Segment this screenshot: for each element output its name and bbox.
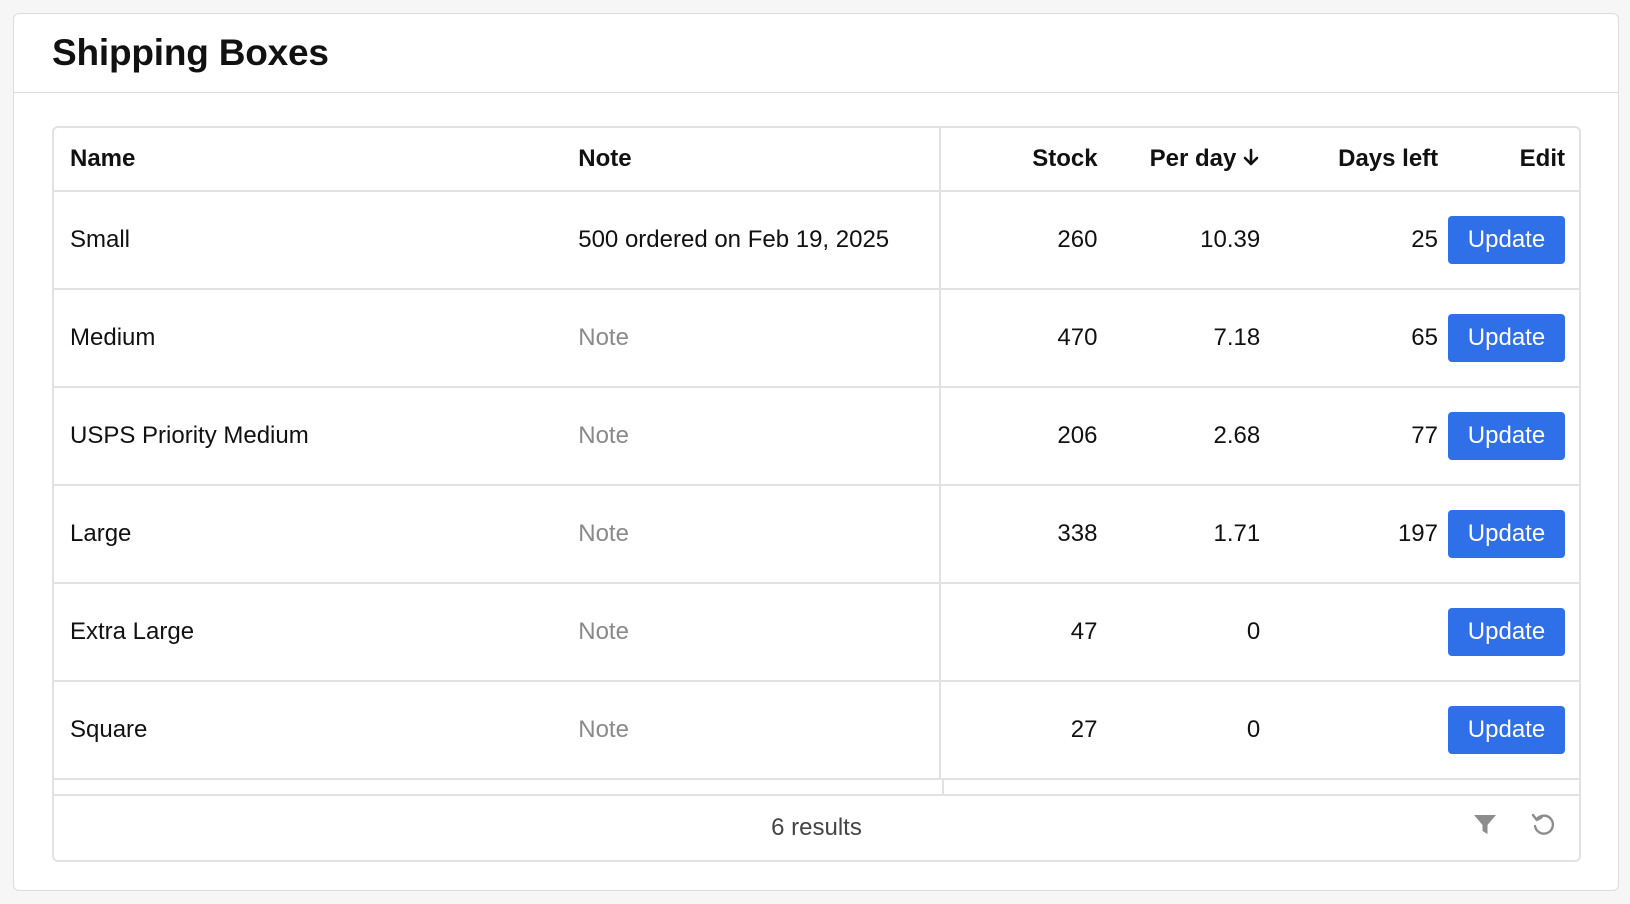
note-placeholder: Note	[578, 716, 629, 743]
days-left-value: 197	[1397, 520, 1438, 547]
edit-cell: Update	[1448, 510, 1579, 558]
per-day-value: 0	[1246, 618, 1261, 645]
shipping-boxes-panel: Shipping Boxes Name Note Stock Per day D…	[13, 13, 1619, 891]
note-placeholder: Note	[578, 618, 629, 645]
reset-icon[interactable]	[1529, 810, 1557, 838]
box-name: Large	[70, 520, 132, 547]
update-button[interactable]: Update	[1448, 216, 1565, 264]
sort-descending-icon	[1244, 148, 1259, 166]
stock-value: 27	[1070, 716, 1098, 743]
column-header-per-day[interactable]: Per day	[1116, 145, 1279, 173]
update-button[interactable]: Update	[1448, 510, 1565, 558]
box-name: Extra Large	[70, 618, 195, 645]
update-button[interactable]: Update	[1448, 412, 1565, 460]
per-day-value: 7.18	[1213, 324, 1261, 351]
note-field[interactable]: Note	[578, 388, 941, 484]
column-header-edit: Edit	[1519, 145, 1565, 172]
edit-cell: Update	[1448, 706, 1579, 754]
note-placeholder: Note	[578, 422, 629, 449]
column-header-stock[interactable]: Stock	[941, 145, 1116, 173]
days-left-value: 25	[1411, 226, 1438, 253]
edit-cell: Update	[1448, 412, 1579, 460]
column-header-name[interactable]: Name	[54, 145, 578, 173]
edit-cell: Update	[1448, 216, 1579, 264]
note-text: 500 ordered on Feb 19, 2025	[578, 226, 890, 253]
table-row: Square Note 27 0 Update	[54, 682, 1579, 780]
table-header-row: Name Note Stock Per day Days left Edit	[54, 128, 1579, 192]
box-name: Medium	[70, 324, 156, 351]
days-left-value: 65	[1411, 324, 1438, 351]
stock-value: 47	[1070, 618, 1098, 645]
column-header-days-left[interactable]: Days left	[1278, 145, 1448, 173]
page-title: Shipping Boxes	[52, 32, 329, 73]
results-count: 6 results	[771, 814, 862, 841]
note-field[interactable]: Note	[578, 290, 941, 386]
boxes-table: Name Note Stock Per day Days left Edit S…	[52, 126, 1581, 862]
note-field[interactable]: Note	[578, 682, 941, 778]
column-header-per-day-label: Per day	[1149, 145, 1237, 172]
note-placeholder: Note	[578, 520, 629, 547]
table-row: Extra Large Note 47 0 Update	[54, 584, 1579, 682]
update-button[interactable]: Update	[1448, 608, 1565, 656]
table-spacer	[54, 780, 1579, 796]
stock-value: 206	[1057, 422, 1098, 449]
box-name: USPS Priority Medium	[70, 422, 309, 449]
box-name: Small	[70, 226, 131, 253]
column-header-note[interactable]: Note	[578, 128, 941, 190]
filter-icon[interactable]	[1471, 810, 1499, 838]
stock-value: 260	[1057, 226, 1098, 253]
edit-cell: Update	[1448, 608, 1579, 656]
note-field[interactable]: Note	[578, 486, 941, 582]
table-row: USPS Priority Medium Note 206 2.68 77 Update	[54, 388, 1579, 486]
update-button[interactable]: Update	[1448, 706, 1565, 754]
days-left-value: 77	[1411, 422, 1438, 449]
table-body: Small 500 ordered on Feb 19, 2025 260 10.39…	[54, 192, 1579, 780]
per-day-value: 0	[1246, 716, 1261, 743]
note-field[interactable]: 500 ordered on Feb 19, 2025	[578, 192, 941, 288]
per-day-value: 2.68	[1213, 422, 1261, 449]
table-row: Medium Note 470 7.18 65 Update	[54, 290, 1579, 388]
per-day-value: 10.39	[1200, 226, 1261, 253]
table-row: Large Note 338 1.71 197 Update	[54, 486, 1579, 584]
edit-cell: Update	[1448, 314, 1579, 362]
note-field[interactable]: Note	[578, 584, 941, 680]
panel-header: Shipping Boxes	[14, 14, 1618, 93]
update-button[interactable]: Update	[1448, 314, 1565, 362]
stock-value: 338	[1057, 520, 1098, 547]
stock-value: 470	[1057, 324, 1098, 351]
per-day-value: 1.71	[1213, 520, 1261, 547]
table-row: Small 500 ordered on Feb 19, 2025 260 10.39…	[54, 192, 1579, 290]
column-header-note-label: Note	[578, 145, 632, 172]
note-placeholder: Note	[578, 324, 629, 351]
box-name: Square	[70, 716, 148, 743]
table-footer: 6 results	[54, 796, 1579, 860]
